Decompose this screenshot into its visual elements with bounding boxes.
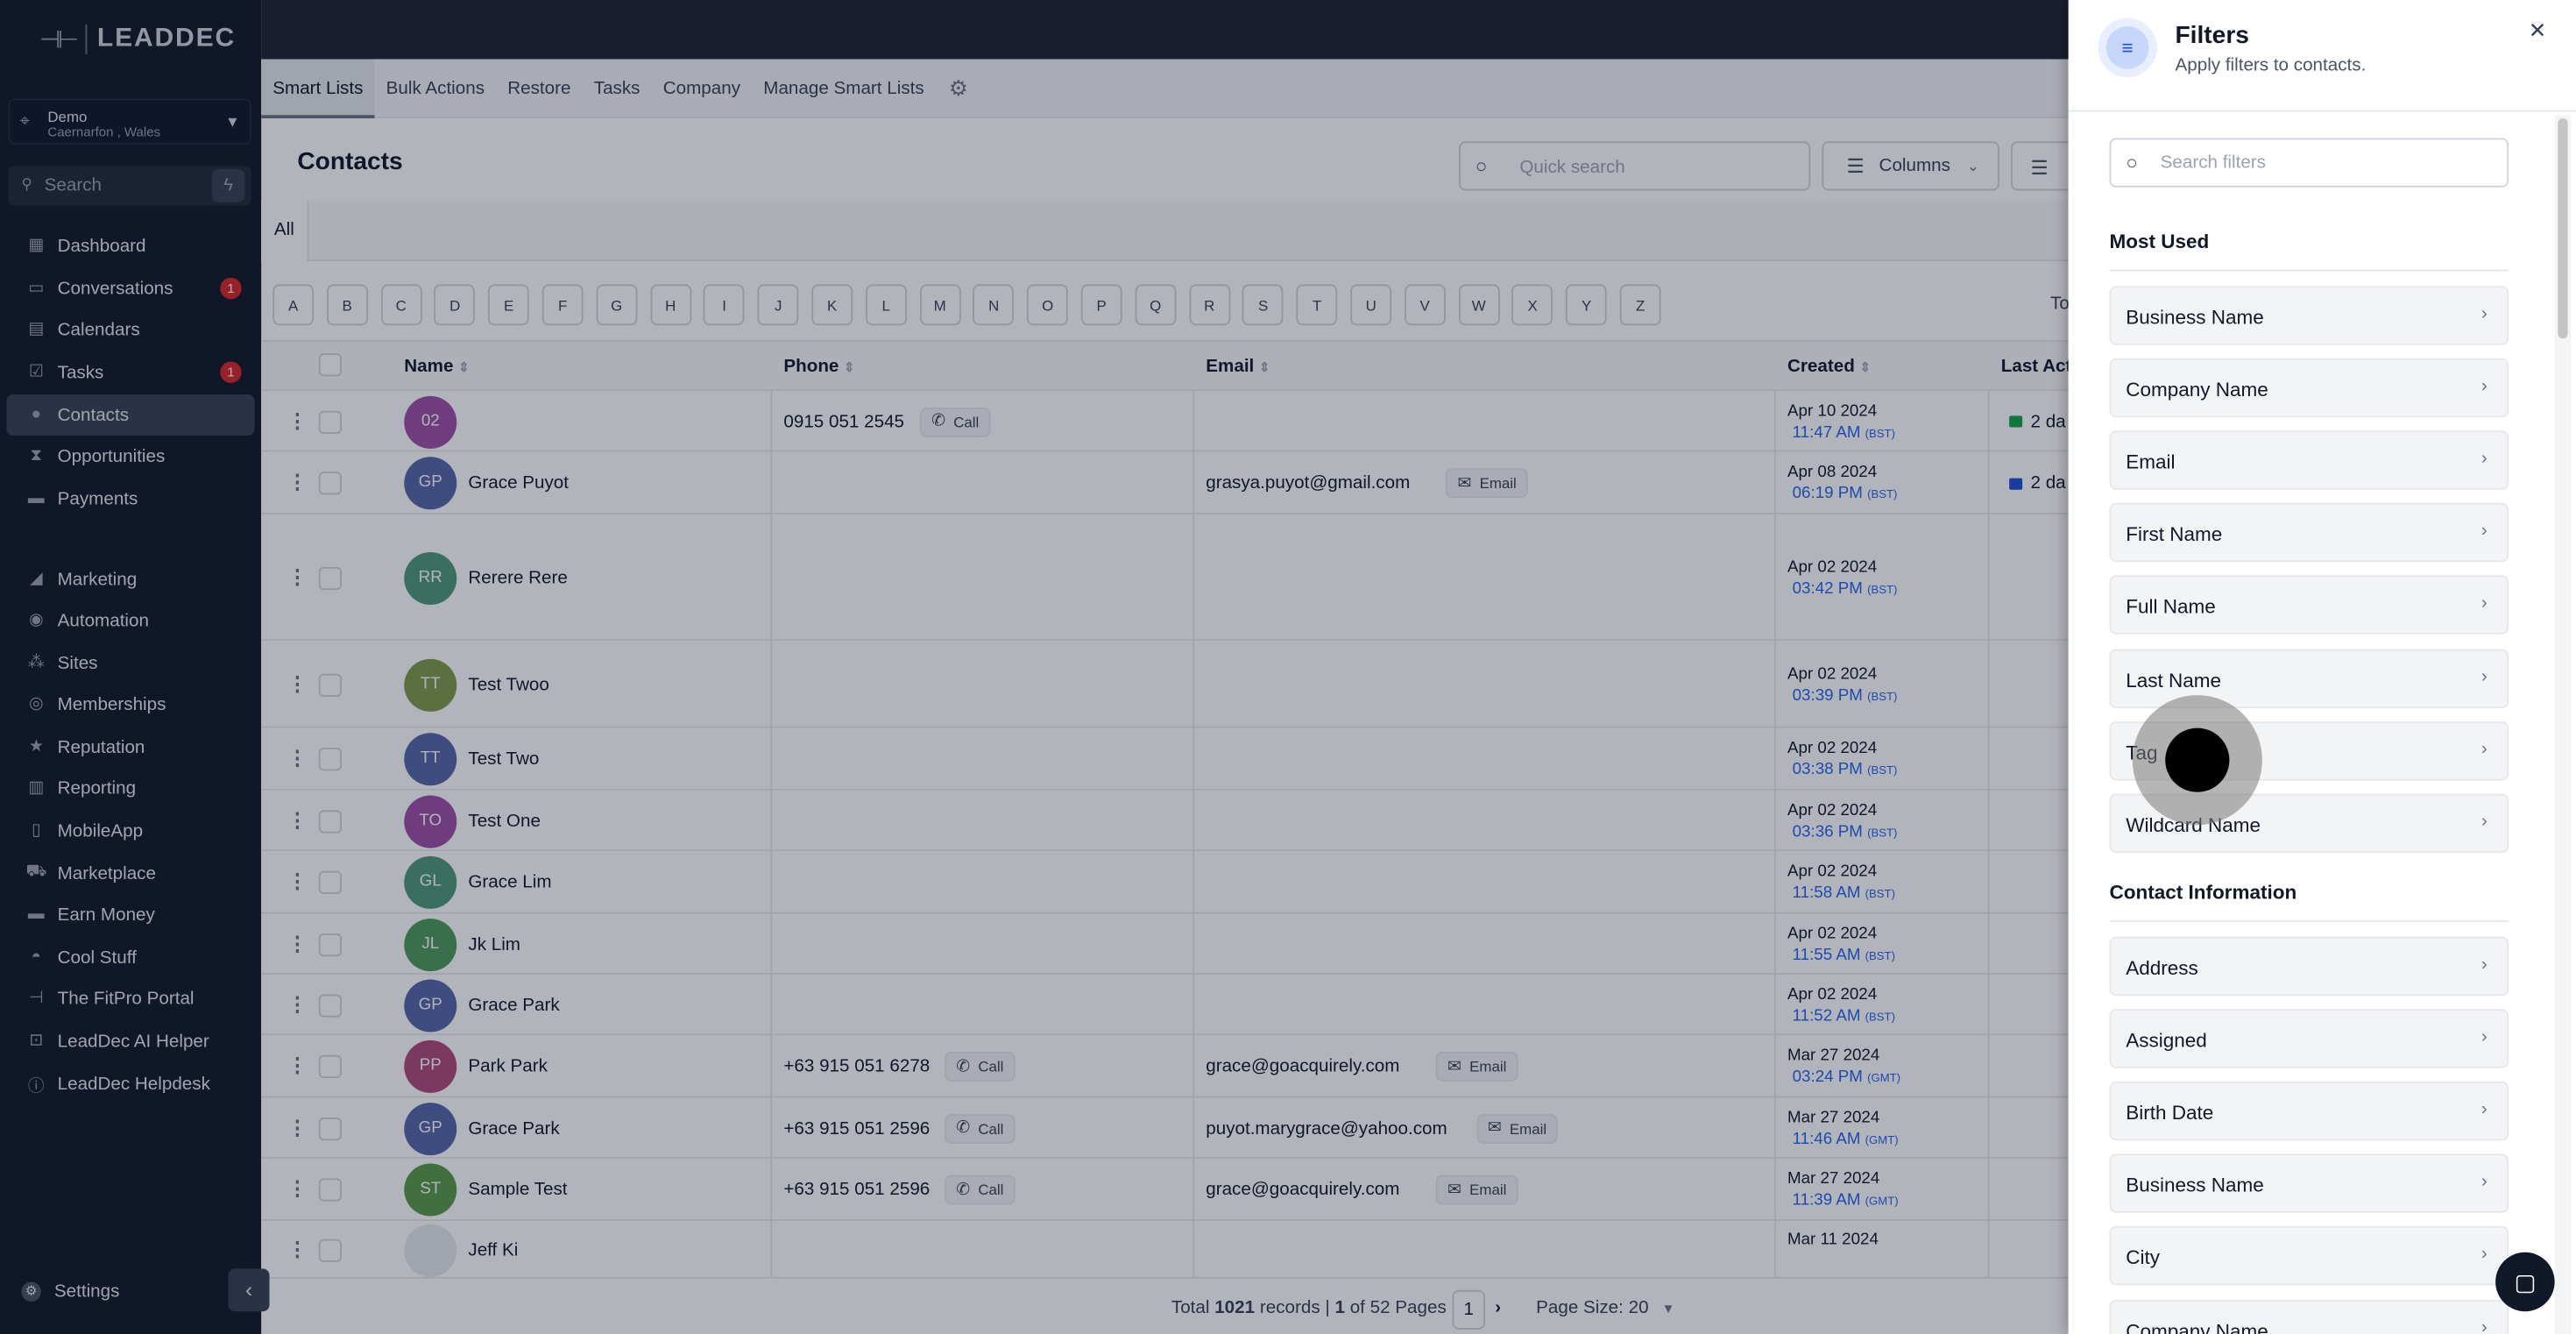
chevron-right-icon: › (2480, 521, 2488, 542)
modal-backdrop[interactable] (0, 0, 2069, 1334)
chat-bubble-icon: ▢ (2514, 1268, 2537, 1295)
filter-item-label: Full Name (2126, 595, 2216, 619)
chevron-right-icon: › (2480, 1316, 2488, 1334)
filter-item-business-name[interactable]: Business Name › (2109, 286, 2509, 345)
close-icon[interactable]: ✕ (2529, 18, 2546, 45)
filters-panel: ≡ Filters Apply filters to contacts. ✕ ○… (2068, 0, 2576, 1334)
filters-title: Filters (2175, 21, 2249, 50)
chevron-right-icon: › (2480, 376, 2488, 397)
chevron-right-icon: › (2480, 449, 2488, 469)
filters-search-placeholder: Search filters (2160, 153, 2267, 173)
chevron-right-icon: › (2480, 738, 2488, 759)
filter-icon: ≡ (2105, 26, 2149, 69)
chevron-right-icon: › (2480, 1027, 2488, 1047)
filter-item-business-name[interactable]: Business Name › (2109, 1153, 2509, 1214)
chevron-right-icon: › (2480, 593, 2488, 614)
filter-item-company-name[interactable]: Company Name › (2109, 1299, 2509, 1334)
filter-item-company-name[interactable]: Company Name › (2109, 358, 2509, 418)
filter-item-last-name[interactable]: Last Name › (2109, 648, 2509, 708)
filters-header: ≡ Filters Apply filters to contacts. ✕ (2068, 0, 2576, 112)
filter-item-email[interactable]: Email › (2109, 430, 2509, 491)
filter-item-label: Company Name (2126, 1318, 2268, 1334)
cursor-pointer (2165, 727, 2230, 792)
scrollbar-thumb[interactable] (2558, 118, 2568, 339)
filter-icon-badge: ≡ (2098, 18, 2157, 78)
chevron-right-icon: › (2480, 666, 2488, 686)
filter-item-birth-date[interactable]: Birth Date › (2109, 1082, 2509, 1141)
chevron-right-icon: › (2480, 811, 2488, 832)
filter-item-label: Assigned (2126, 1028, 2207, 1053)
chevron-right-icon: › (2480, 1245, 2488, 1265)
filter-item-label: Business Name (2126, 305, 2264, 329)
chevron-right-icon: › (2480, 954, 2488, 975)
filter-item-label: Business Name (2126, 1174, 2264, 1197)
filter-item-city[interactable]: City › (2109, 1226, 2509, 1286)
filter-item-first-name[interactable]: First Name › (2109, 503, 2509, 563)
chevron-right-icon: › (2480, 1172, 2488, 1192)
search-icon: ○ (2126, 151, 2138, 174)
filter-item-address[interactable]: Address › (2109, 936, 2509, 997)
chat-widget-button[interactable]: ▢ (2495, 1252, 2555, 1312)
filters-search-input[interactable]: ○ Search filters (2109, 138, 2509, 188)
chevron-right-icon: › (2480, 1099, 2488, 1120)
filter-item-label: Address (2126, 956, 2198, 980)
filters-subtitle: Apply filters to contacts. (2175, 55, 2367, 76)
filter-item-label: Email (2126, 451, 2176, 474)
filter-section-title: Contact Information (2109, 881, 2297, 905)
filter-item-label: Last Name (2126, 668, 2222, 692)
filter-item-assigned[interactable]: Assigned › (2109, 1009, 2509, 1068)
filters-scrollbar[interactable] (2554, 115, 2572, 1334)
chevron-right-icon: › (2480, 303, 2488, 324)
filter-item-label: Birth Date (2126, 1101, 2214, 1125)
section-divider (2109, 920, 2509, 922)
filter-item-label: Company Name (2126, 378, 2268, 401)
filter-item-label: City (2126, 1245, 2161, 1270)
filter-item-label: First Name (2126, 522, 2223, 547)
section-divider (2109, 269, 2509, 272)
filter-item-full-name[interactable]: Full Name › (2109, 575, 2509, 635)
filter-section-title: Most Used (2109, 230, 2210, 253)
